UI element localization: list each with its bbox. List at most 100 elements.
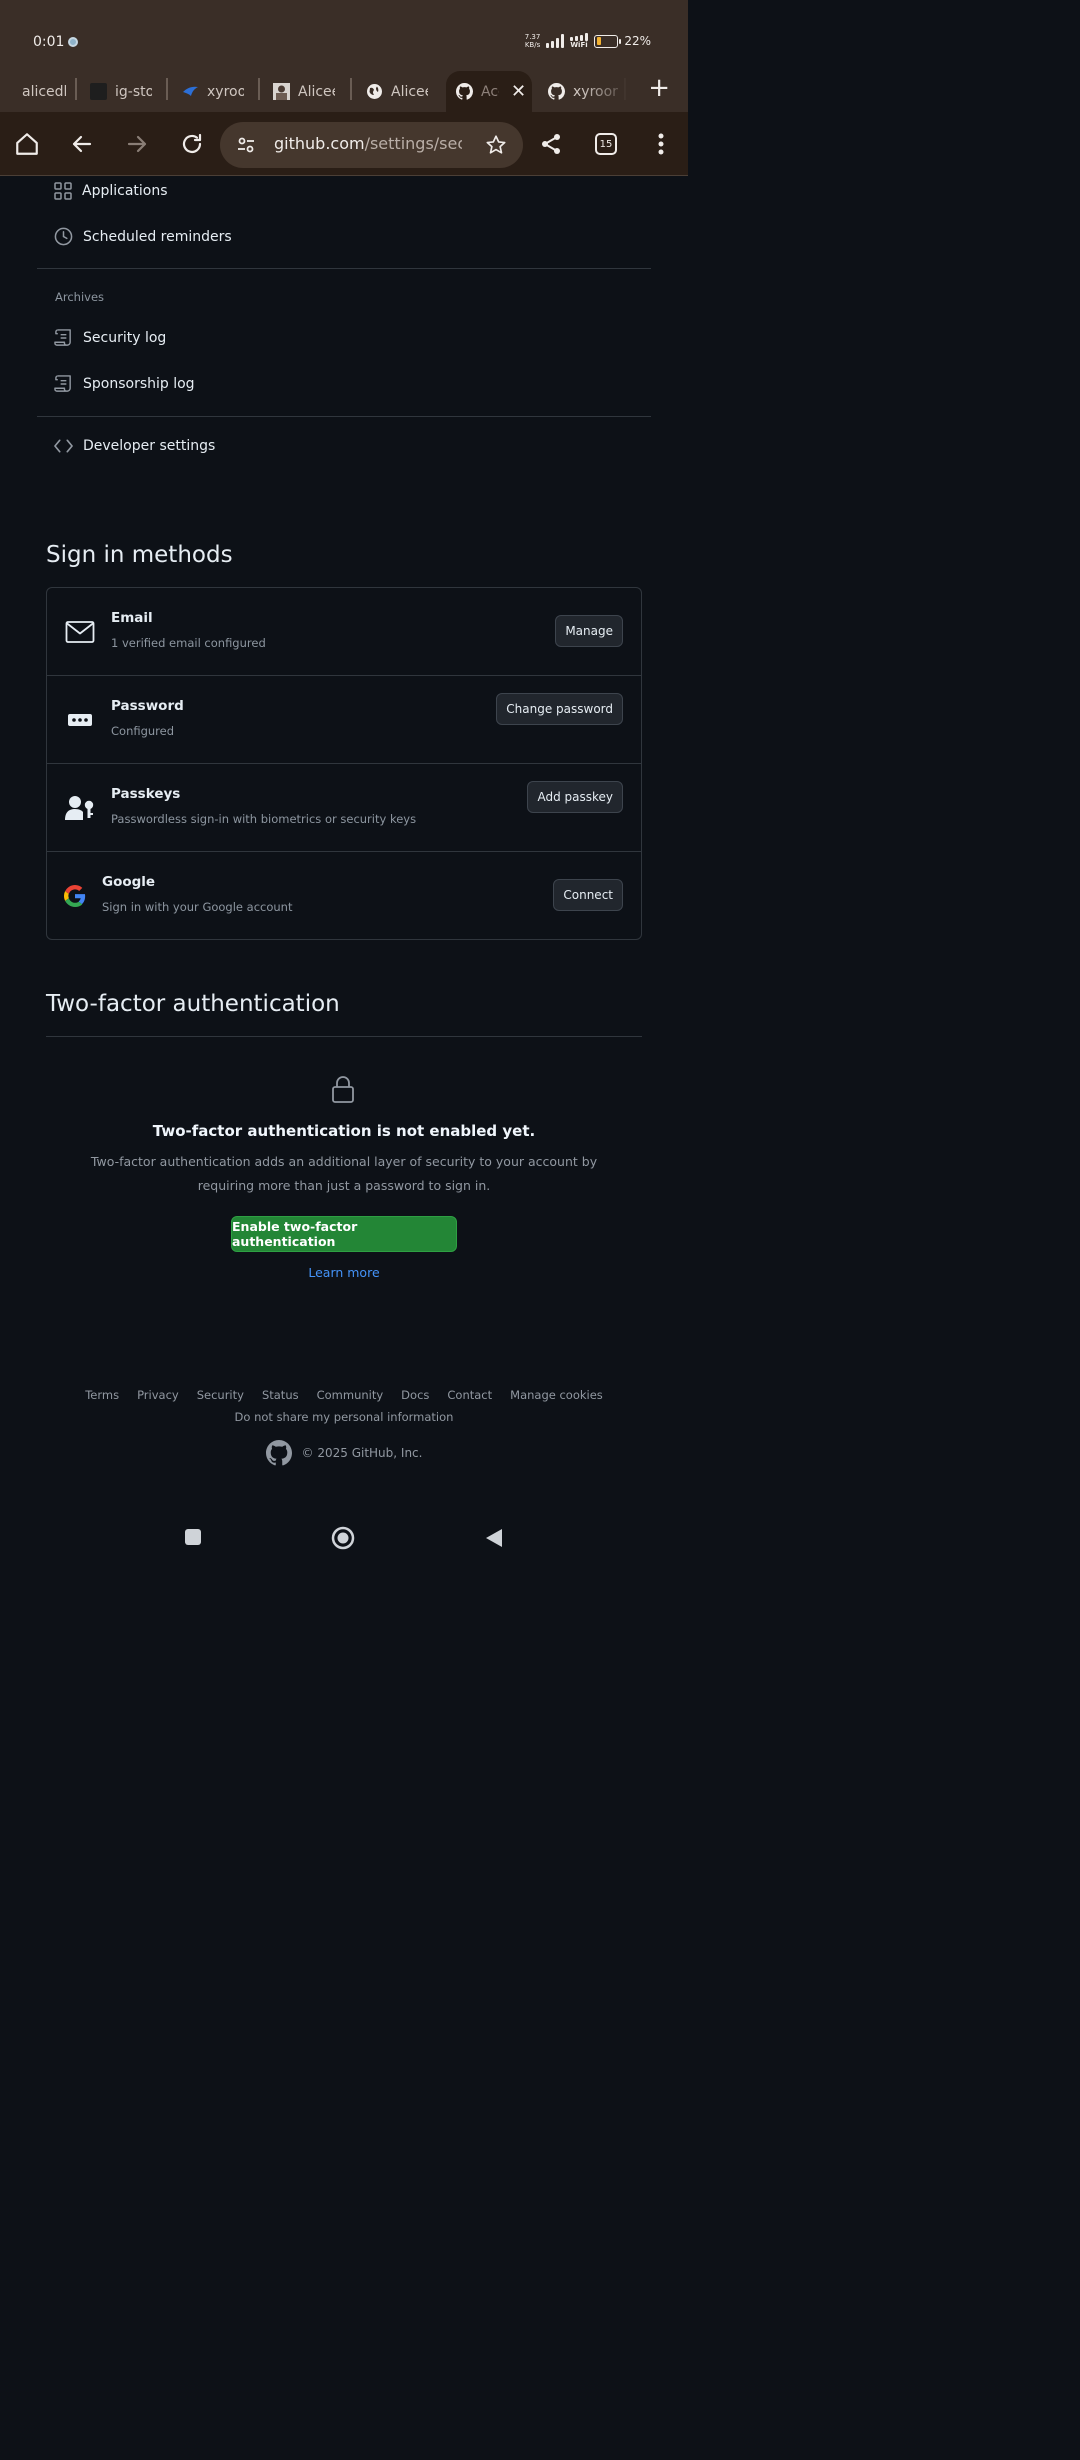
footer-links: Terms Privacy Security Status Community …: [0, 1388, 688, 1402]
battery-icon: [594, 34, 622, 48]
two-factor-heading: Two-factor authentication: [46, 991, 340, 1017]
method-description: Passwordless sign-in with biometrics or …: [111, 812, 417, 826]
url-text: github.com/settings/security: [274, 134, 462, 153]
github-logo-icon: [265, 1440, 292, 1466]
sidebar-item-label: Sponsorship log: [83, 375, 195, 392]
back-button[interactable]: [485, 1528, 503, 1552]
tab-active-account[interactable]: Acc ✕: [446, 71, 532, 112]
footer-link-docs[interactable]: Docs: [401, 1388, 429, 1402]
footer-link-do-not-share[interactable]: Do not share my personal information: [0, 1410, 688, 1424]
tab-alicedl[interactable]: alicedl: [22, 71, 66, 112]
sidebar-item-developer-settings[interactable]: Developer settings: [54, 438, 215, 454]
status-time: 0:01: [33, 34, 65, 50]
method-description: Sign in with your Google account: [102, 900, 293, 914]
url-path: /settings/security: [364, 134, 462, 153]
sidebar-item-label: Scheduled reminders: [83, 228, 232, 245]
footer-link-security[interactable]: Security: [197, 1388, 244, 1402]
site-settings-icon[interactable]: [236, 135, 256, 159]
log-icon: [54, 375, 71, 392]
system-navigation-bar: [0, 1508, 688, 1568]
learn-more-link[interactable]: Learn more: [0, 1265, 688, 1280]
method-title: Password: [111, 698, 184, 714]
archives-heading: Archives: [55, 290, 105, 304]
tab-xyroor[interactable]: xyroor: [182, 71, 244, 112]
tab-switcher-button[interactable]: 15: [592, 130, 620, 158]
footer-link-privacy[interactable]: Privacy: [137, 1388, 179, 1402]
connect-google-button[interactable]: Connect: [553, 879, 623, 911]
method-title: Google: [102, 874, 156, 890]
wifi-icon: WiFi: [570, 33, 589, 49]
mail-icon: [64, 616, 96, 648]
tab-separator: [258, 78, 260, 100]
home-button[interactable]: [331, 1526, 355, 1554]
section-divider: [46, 1036, 642, 1037]
tab-ig-stor[interactable]: ig-stor: [90, 71, 152, 112]
share-icon[interactable]: [537, 130, 565, 158]
footer-link-manage-cookies[interactable]: Manage cookies: [510, 1388, 603, 1402]
avatar-favicon: [273, 83, 290, 100]
sign-in-methods-heading: Sign in methods: [46, 542, 233, 568]
recents-button[interactable]: [184, 1528, 202, 1550]
method-title: Passkeys: [111, 786, 181, 802]
google-icon: [59, 880, 91, 912]
net-speed-value: 7.37: [524, 33, 541, 41]
battery-percent: 22%: [624, 34, 651, 48]
sidebar-item-scheduled-reminders[interactable]: Scheduled reminders: [54, 227, 232, 246]
tab-separator: [166, 78, 168, 100]
manage-email-button[interactable]: Manage: [555, 615, 623, 647]
github-icon: [548, 83, 565, 100]
section-divider: [37, 416, 651, 417]
wifi-label: WiFi: [570, 41, 588, 49]
two-factor-description: Two-factor authentication adds an additi…: [90, 1154, 598, 1193]
lock-icon: [331, 1076, 355, 1108]
github-icon: [456, 83, 473, 100]
method-row-passkeys: Passkeys Passwordless sign-in with biome…: [47, 764, 641, 852]
footer-copyright: © 2025 GitHub, Inc.: [0, 1440, 688, 1466]
sidebar-item-security-log[interactable]: Security log: [54, 328, 166, 347]
address-bar[interactable]: github.com/settings/security: [220, 122, 523, 168]
home-icon[interactable]: [13, 130, 41, 158]
cell-signal-icon: [546, 34, 565, 48]
footer-link-community[interactable]: Community: [317, 1388, 384, 1402]
close-tab-icon[interactable]: ✕: [511, 81, 526, 102]
section-divider: [37, 268, 651, 269]
password-icon: [64, 704, 96, 736]
enable-two-factor-button[interactable]: Enable two-factor authentication: [231, 1216, 457, 1252]
bookmark-star-icon[interactable]: [485, 134, 507, 160]
change-password-button[interactable]: Change password: [496, 693, 623, 725]
log-icon: [54, 329, 71, 346]
tab-title: Alicee: [391, 83, 428, 100]
tab-count: 15: [595, 133, 617, 155]
url-host: github.com: [274, 134, 365, 153]
new-tab-button[interactable]: +: [648, 75, 670, 101]
bird-favicon: [182, 83, 199, 100]
add-passkey-button[interactable]: Add passkey: [527, 781, 623, 813]
footer-link-terms[interactable]: Terms: [85, 1388, 119, 1402]
net-speed-unit: KB/s: [524, 41, 541, 49]
globe-icon: [366, 83, 383, 100]
status-indicators: 7.37 KB/s WiFi 22%: [525, 33, 651, 49]
two-factor-status-title: Two-factor authentication is not enabled…: [152, 1122, 536, 1140]
forward-arrow-icon[interactable]: [123, 130, 151, 158]
back-arrow-icon[interactable]: [68, 130, 96, 158]
method-title: Email: [111, 610, 153, 626]
sidebar-item-label: Security log: [83, 329, 167, 346]
sidebar-item-sponsorship-log[interactable]: Sponsorship log: [54, 374, 195, 393]
sidebar-item-label: Developer settings: [83, 438, 216, 454]
tab-alicee-2[interactable]: Alicee: [366, 71, 428, 112]
passkey-icon: [64, 792, 96, 824]
method-description: 1 verified email configured: [111, 636, 266, 650]
sidebar-item-label: Applications: [82, 183, 168, 199]
reload-icon[interactable]: [178, 130, 206, 158]
tab-title: Acc: [481, 83, 499, 100]
more-menu-icon[interactable]: [647, 130, 675, 158]
tab-alicee-1[interactable]: Alicee: [273, 71, 335, 112]
tab-title: xyroor: [207, 83, 244, 100]
tab-title: alicedl: [22, 83, 66, 100]
tab-title: ig-stor: [115, 83, 152, 100]
sidebar-item-applications[interactable]: Applications: [54, 182, 168, 200]
footer-link-contact[interactable]: Contact: [447, 1388, 492, 1402]
method-row-email: Email 1 verified email configured Manage: [47, 588, 641, 676]
method-row-password: Password Configured Change password: [47, 676, 641, 764]
footer-link-status[interactable]: Status: [262, 1388, 299, 1402]
